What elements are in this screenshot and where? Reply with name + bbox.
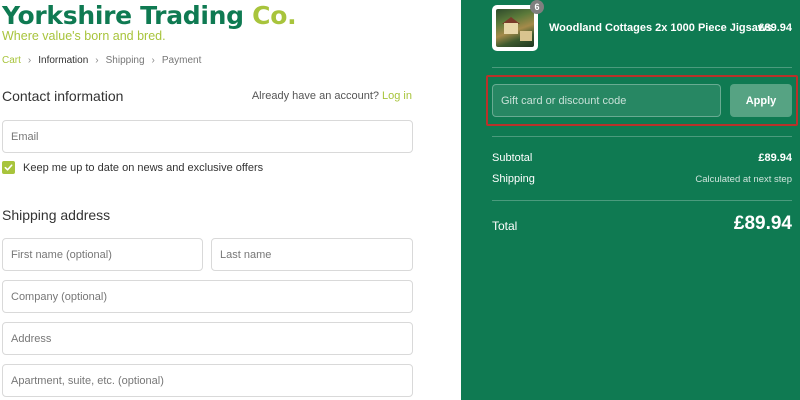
breadcrumb-shipping: Shipping [105,55,145,66]
company-input[interactable] [11,290,412,303]
order-summary-panel: 6 Woodland Cottages 2x 1000 Piece Jigsaw… [461,0,800,400]
quantity-badge: 6 [530,0,544,14]
subtotal-value: £89.94 [758,152,792,164]
discount-code-input[interactable] [501,94,720,107]
apartment-field[interactable] [2,364,413,397]
divider [492,136,792,137]
discount-code-field[interactable] [492,84,721,117]
shipping-label: Shipping [492,173,535,185]
breadcrumb-information: Information [38,55,89,66]
company-field[interactable] [2,280,413,313]
newsletter-option[interactable]: Keep me up to date on news and exclusive… [2,161,263,174]
chevron-right-icon: › [95,55,99,66]
breadcrumb-payment: Payment [161,55,202,66]
shipping-section-title: Shipping address [2,207,111,223]
newsletter-checkbox[interactable] [2,161,15,174]
login-link[interactable]: Log in [382,90,412,102]
breadcrumb-cart[interactable]: Cart [2,55,21,66]
shipping-value: Calculated at next step [695,174,792,185]
first-name-input[interactable] [11,248,202,261]
newsletter-label: Keep me up to date on news and exclusive… [23,161,264,174]
product-name: Woodland Cottages 2x 1000 Piece Jigsaws [549,22,773,34]
last-name-field[interactable] [211,238,413,271]
total-label: Total [492,219,518,233]
product-price: £89.94 [758,22,792,34]
total-value: £89.94 [733,213,792,234]
checkmark-icon [4,164,13,171]
contact-section-title: Contact information [2,88,124,104]
store-name: Yorkshire Trading Co. [2,1,297,31]
subtotal-label: Subtotal [492,152,533,164]
apply-discount-button[interactable]: Apply [730,84,792,117]
email-field[interactable] [2,120,413,153]
store-tagline: Where value's born and bred. [2,29,166,43]
account-prompt: Already have an account? Log in [252,90,412,102]
address-field[interactable] [2,322,413,355]
chevron-right-icon: › [151,55,155,66]
email-input[interactable] [11,130,412,143]
divider [492,200,792,201]
chevron-right-icon: › [27,55,32,66]
breadcrumb: Cart › Information › Shipping › Payment [2,55,201,66]
checkout-form-panel: Yorkshire Trading Co. Where value's born… [0,0,461,400]
store-name-main: Yorkshire Trading [2,1,244,30]
divider [492,67,792,68]
last-name-input[interactable] [220,248,412,261]
address-input[interactable] [11,332,412,345]
jigsaw-box-image [496,9,534,47]
store-logo[interactable]: Yorkshire Trading Co. Where value's born… [2,1,297,43]
account-prompt-text: Already have an account? [251,90,380,102]
apartment-input[interactable] [11,374,412,387]
store-name-suffix: Co. [252,1,297,30]
first-name-field[interactable] [2,238,203,271]
